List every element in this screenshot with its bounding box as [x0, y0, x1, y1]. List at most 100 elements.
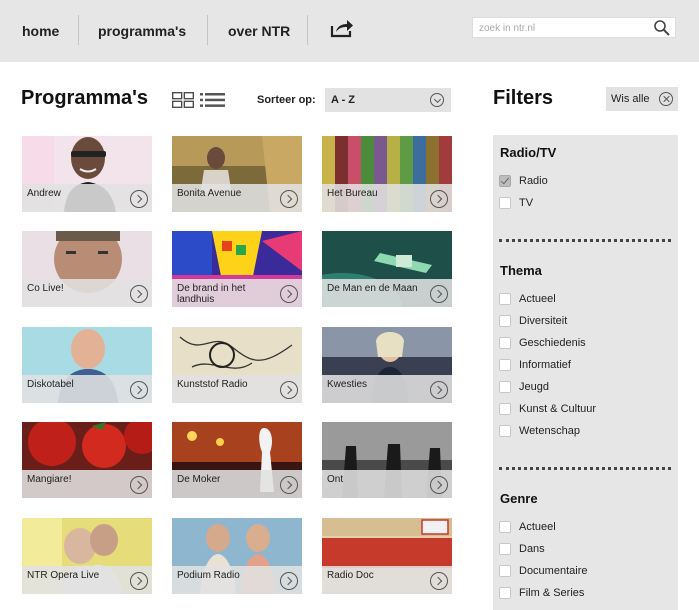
checkbox[interactable] [499, 587, 511, 599]
search-input[interactable] [473, 19, 653, 38]
program-title: Co Live! [27, 283, 64, 294]
chevron-right-icon[interactable] [280, 285, 298, 303]
nav-divider [307, 15, 308, 45]
program-title: Andrew [27, 188, 61, 199]
filter-group-title: Genre [500, 491, 538, 506]
filter-option-film-series[interactable]: Film & Series [499, 585, 584, 601]
program-card-co-live[interactable]: Co Live! [22, 231, 152, 307]
chevron-down-icon [430, 93, 444, 107]
program-title: Bonita Avenue [177, 188, 242, 199]
search-icon[interactable] [653, 19, 671, 37]
program-card-andrew[interactable]: Andrew [22, 136, 152, 212]
filter-option-diversiteit[interactable]: Diversiteit [499, 313, 567, 329]
checkbox-checked[interactable] [499, 175, 511, 187]
checkbox[interactable] [499, 381, 511, 393]
search-box [472, 17, 676, 38]
chevron-right-icon[interactable] [280, 572, 298, 590]
filter-group-title: Thema [500, 263, 542, 278]
program-card-de-brand-in-het-landhuis[interactable]: De brand in het landhuis [172, 231, 302, 307]
program-card-radio-doc[interactable]: Radio Doc [322, 518, 452, 594]
nav-divider [78, 15, 79, 45]
filter-option-radio[interactable]: Radio [499, 173, 548, 189]
chevron-right-icon[interactable] [430, 381, 448, 399]
filter-option-label: Jeugd [519, 381, 549, 393]
chevron-right-icon[interactable] [430, 285, 448, 303]
filter-option-kunst-cultuur[interactable]: Kunst & Cultuur [499, 401, 596, 417]
program-title: Mangiare! [27, 474, 72, 485]
chevron-right-icon[interactable] [130, 572, 148, 590]
list-view-icon[interactable] [200, 92, 225, 108]
program-card-de-moker[interactable]: De Moker [172, 422, 302, 498]
chevron-right-icon[interactable] [130, 285, 148, 303]
sort-label: Sorteer op: [257, 94, 316, 106]
program-title: Kunststof Radio [177, 379, 248, 390]
filter-option-tv[interactable]: TV [499, 195, 533, 211]
program-card-kunststof-radio[interactable]: Kunststof Radio [172, 327, 302, 403]
program-title: De brand in het landhuis [177, 283, 246, 305]
program-card-podium-radio[interactable]: Podium Radio [172, 518, 302, 594]
checkbox[interactable] [499, 197, 511, 209]
chevron-right-icon[interactable] [430, 476, 448, 494]
filter-option-wetenschap[interactable]: Wetenschap [499, 423, 580, 439]
program-card-ont[interactable]: Ont [322, 422, 452, 498]
filter-option-label: Informatief [519, 359, 571, 371]
filter-option-jeugd[interactable]: Jeugd [499, 379, 549, 395]
checkbox[interactable] [499, 403, 511, 415]
filter-option-label: Dans [519, 543, 545, 555]
filter-option-label: Geschiedenis [519, 337, 586, 349]
checkbox[interactable] [499, 293, 511, 305]
chevron-right-icon[interactable] [130, 190, 148, 208]
chevron-right-icon[interactable] [430, 190, 448, 208]
filter-option-label: Wetenschap [519, 425, 580, 437]
program-card-het-bureau[interactable]: Het Bureau [322, 136, 452, 212]
checkbox[interactable] [499, 543, 511, 555]
filter-option-label: Kunst & Cultuur [519, 403, 597, 415]
chevron-right-icon[interactable] [280, 476, 298, 494]
checkbox[interactable] [499, 425, 511, 437]
chevron-right-icon[interactable] [280, 190, 298, 208]
checkbox[interactable] [499, 359, 511, 371]
filter-option-informatief[interactable]: Informatief [499, 357, 571, 373]
filter-option-documentaire[interactable]: Documentaire [499, 563, 587, 579]
program-title: NTR Opera Live [27, 570, 100, 581]
program-title: Ont [327, 474, 344, 485]
chevron-right-icon[interactable] [280, 381, 298, 399]
page-title: Programma's [21, 87, 149, 109]
program-card-mangiare[interactable]: Mangiare! [22, 422, 152, 498]
program-title: Kwesties [327, 379, 368, 390]
divider [499, 239, 671, 242]
share-icon[interactable] [330, 18, 354, 38]
filter-option-label: Diversiteit [519, 315, 568, 327]
filter-option-geschiedenis[interactable]: Geschiedenis [499, 335, 586, 351]
sort-value: A - Z [331, 94, 356, 106]
close-icon [659, 92, 673, 106]
chevron-right-icon[interactable] [430, 572, 448, 590]
grid-view-icon[interactable] [172, 92, 194, 108]
program-title: De Moker [177, 474, 221, 485]
program-title: Het Bureau [327, 188, 378, 199]
filter-option-label: TV [519, 197, 534, 209]
nav-programmas[interactable]: programma's [98, 0, 186, 62]
chevron-right-icon[interactable] [130, 381, 148, 399]
clear-all-filters-button[interactable]: Wis alle [606, 87, 678, 111]
checkbox[interactable] [499, 521, 511, 533]
program-card-diskotabel[interactable]: Diskotabel [22, 327, 152, 403]
checkbox[interactable] [499, 337, 511, 349]
filter-option-actueel[interactable]: Actueel [499, 519, 556, 535]
program-card-kwesties[interactable]: Kwesties [322, 327, 452, 403]
checkbox[interactable] [499, 315, 511, 327]
program-title: Podium Radio [177, 570, 240, 581]
nav-over-ntr[interactable]: over NTR [228, 0, 290, 62]
sort-select[interactable]: A - Z [325, 88, 451, 112]
program-card-de-man-en-de-maan[interactable]: De Man en de Maan [322, 231, 452, 307]
program-card-ntr-opera-live[interactable]: NTR Opera Live [22, 518, 152, 594]
clear-all-label: Wis alle [611, 93, 650, 105]
chevron-right-icon[interactable] [130, 476, 148, 494]
filter-option-label: Actueel [519, 521, 556, 533]
filter-option-actueel[interactable]: Actueel [499, 291, 556, 307]
filter-option-label: Radio [519, 175, 548, 187]
filter-option-dans[interactable]: Dans [499, 541, 545, 557]
program-card-bonita-avenue[interactable]: Bonita Avenue [172, 136, 302, 212]
nav-home[interactable]: home [22, 0, 59, 62]
checkbox[interactable] [499, 565, 511, 577]
